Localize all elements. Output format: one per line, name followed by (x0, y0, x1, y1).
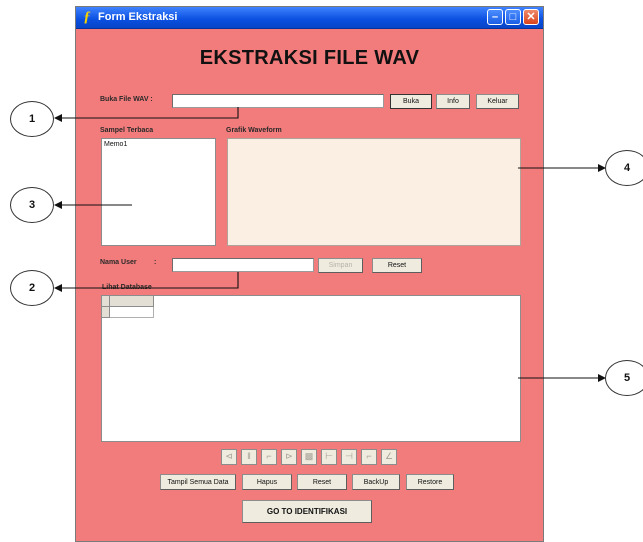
database-grid[interactable] (101, 295, 521, 442)
reset-user-button[interactable]: Reset (372, 258, 422, 273)
sample-memo[interactable]: Memo1 (101, 138, 216, 246)
callout-2: 2 (10, 270, 54, 306)
callout-3: 3 (10, 187, 54, 223)
nav-insert-icon[interactable]: ▩ (301, 449, 317, 465)
callout-5: 5 (605, 360, 643, 396)
callout-1-arrowhead (54, 114, 62, 122)
wav-file-path-field[interactable] (172, 94, 384, 108)
waveform-label: Grafik Waveform (226, 127, 282, 134)
save-button[interactable]: Simpan (318, 258, 363, 273)
waveform-chart (227, 138, 521, 246)
nav-first-icon[interactable]: ⊲ (221, 449, 237, 465)
form-ekstraksi-window: ƒ Form Ekstraksi – □ ✕ EKSTRAKSI FILE WA… (75, 6, 544, 542)
open-file-label: Buka File WAV : (100, 96, 153, 103)
page-title: EKSTRAKSI FILE WAV (199, 47, 420, 69)
grid-corner-cell (102, 296, 110, 307)
nav-next-icon[interactable]: ⌐ (261, 449, 277, 465)
callout-4: 4 (605, 150, 643, 186)
open-button[interactable]: Buka (390, 94, 432, 109)
grid-row-indicator[interactable] (102, 307, 110, 318)
user-name-label: Nama User (100, 259, 137, 266)
exit-button[interactable]: Keluar (476, 94, 519, 109)
database-label: Lihat Database (102, 284, 152, 291)
nav-cancel-icon[interactable]: ∠ (381, 449, 397, 465)
backup-button[interactable]: BackUp (352, 474, 400, 490)
restore-button[interactable]: Restore (406, 474, 454, 490)
nav-prior-icon[interactable]: ‖ (241, 449, 257, 465)
user-name-field[interactable] (172, 258, 314, 272)
minimize-button[interactable]: – (487, 9, 503, 25)
nav-delete-icon[interactable]: ⊢ (321, 449, 337, 465)
callout-3-arrowhead (54, 201, 62, 209)
nav-post-icon[interactable]: ⌐ (361, 449, 377, 465)
title-bar[interactable]: ƒ Form Ekstraksi – □ ✕ (76, 7, 543, 29)
grid-cell[interactable] (110, 307, 154, 318)
maximize-button[interactable]: □ (505, 9, 521, 25)
db-navigator: ⊲ ‖ ⌐ ⊳ ▩ ⊢ ⊣ ⌐ ∠ (221, 449, 397, 465)
app-icon: ƒ (83, 9, 91, 25)
callout-1: 1 (10, 101, 54, 137)
nav-edit-icon[interactable]: ⊣ (341, 449, 357, 465)
go-to-identification-button[interactable]: GO TO IDENTIFIKASI (242, 500, 372, 523)
nav-last-icon[interactable]: ⊳ (281, 449, 297, 465)
show-all-data-button[interactable]: Tampil Semua Data (160, 474, 236, 490)
grid-column-header[interactable] (110, 296, 154, 307)
callout-2-arrowhead (54, 284, 62, 292)
reset-button[interactable]: Reset (297, 474, 347, 490)
info-button[interactable]: Info (436, 94, 470, 109)
delete-button[interactable]: Hapus (242, 474, 292, 490)
window-title: Form Ekstraksi (98, 11, 178, 23)
close-button[interactable]: ✕ (523, 9, 539, 25)
user-name-colon: : (154, 259, 157, 266)
sample-read-label: Sampel Terbaca (100, 127, 154, 134)
